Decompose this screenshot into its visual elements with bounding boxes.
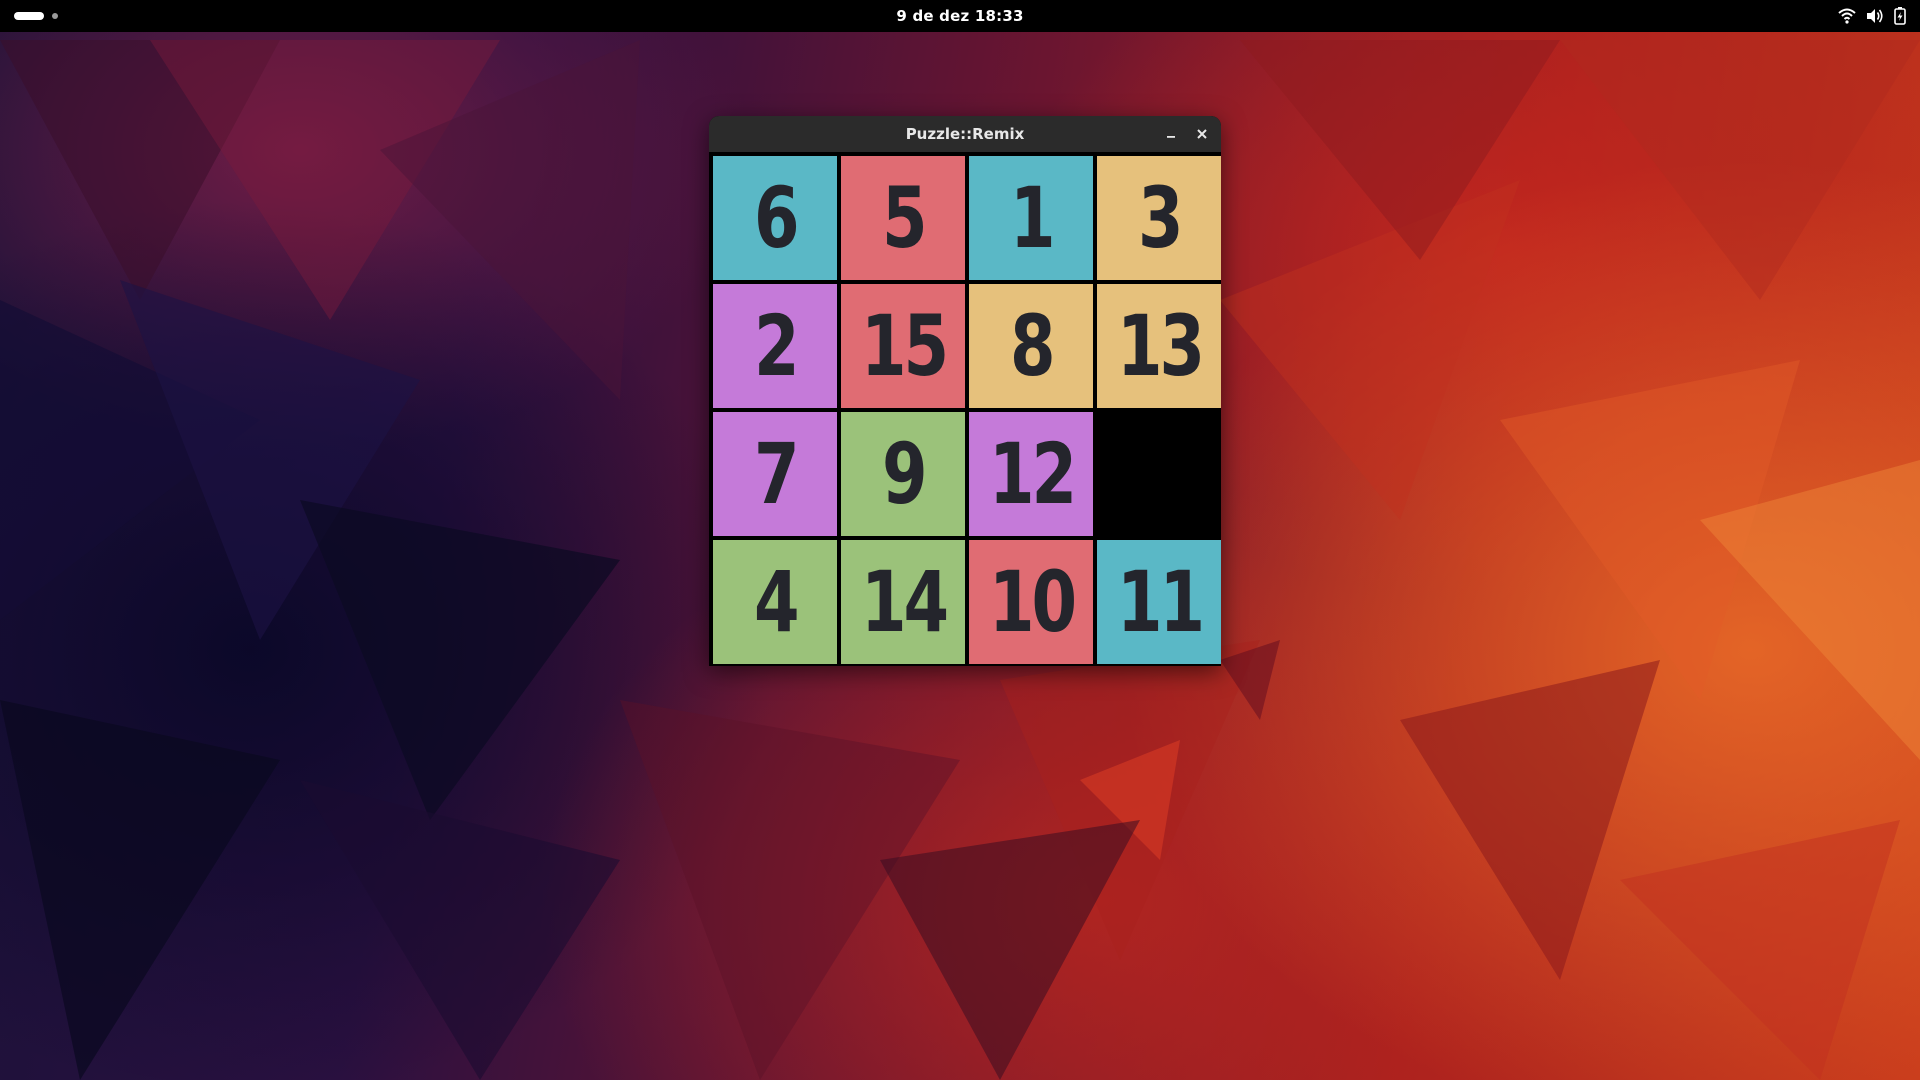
puzzle-tile[interactable]: 9 [841, 412, 965, 536]
tile-number: 2 [753, 297, 800, 395]
tile-number: 9 [881, 425, 928, 523]
puzzle-tile[interactable]: 10 [969, 540, 1093, 664]
puzzle-tile[interactable]: 15 [841, 284, 965, 408]
window-titlebar[interactable]: Puzzle::Remix [709, 116, 1221, 152]
puzzle-tile[interactable]: 8 [969, 284, 1093, 408]
puzzle-tile[interactable]: 12 [969, 412, 1093, 536]
tile-number: 7 [753, 425, 800, 523]
puzzle-tile[interactable]: 13 [1097, 284, 1221, 408]
puzzle-tile[interactable]: 5 [841, 156, 965, 280]
tile-number: 6 [753, 169, 800, 267]
tile-number: 1 [1009, 169, 1056, 267]
tile-number: 5 [881, 169, 928, 267]
puzzle-tile[interactable]: 2 [713, 284, 837, 408]
puzzle-tile[interactable]: 4 [713, 540, 837, 664]
battery-icon[interactable] [1894, 7, 1906, 25]
tile-number: 8 [1009, 297, 1056, 395]
puzzle-tile[interactable]: 6 [713, 156, 837, 280]
wifi-icon[interactable] [1838, 8, 1856, 24]
volume-icon[interactable] [1866, 8, 1884, 24]
puzzle-tile[interactable]: 7 [713, 412, 837, 536]
puzzle-tile[interactable]: 14 [841, 540, 965, 664]
puzzle-tile[interactable]: 3 [1097, 156, 1221, 280]
tile-number: 4 [753, 553, 800, 651]
desktop-wallpaper: 9 de dez 18:33 Puzzle::Remix 6 5 1 3 2 1… [0, 0, 1920, 1080]
puzzle-tile[interactable]: 11 [1097, 540, 1221, 664]
tile-number: 11 [1116, 553, 1205, 651]
system-tray[interactable] [1838, 0, 1906, 32]
puzzle-tile[interactable]: 1 [969, 156, 1093, 280]
tile-number: 3 [1137, 169, 1184, 267]
top-bar: 9 de dez 18:33 [0, 0, 1920, 32]
puzzle-board: 6 5 1 3 2 15 8 13 7 9 12 4 14 10 11 [713, 156, 1221, 666]
window-title: Puzzle::Remix [905, 125, 1025, 143]
close-icon [1197, 129, 1207, 139]
tile-number: 13 [1116, 297, 1205, 395]
puzzle-window[interactable]: Puzzle::Remix 6 5 1 3 2 15 8 13 7 9 12 4 14 10 11 [709, 116, 1221, 666]
minimize-button[interactable] [1160, 123, 1182, 145]
clock[interactable]: 9 de dez 18:33 [0, 0, 1920, 32]
close-button[interactable] [1191, 123, 1213, 145]
tile-number: 12 [988, 425, 1077, 523]
tile-number: 15 [860, 297, 949, 395]
tile-number: 14 [860, 553, 949, 651]
empty-slot [1097, 412, 1221, 536]
tile-number: 10 [988, 553, 1077, 651]
minimize-icon [1167, 136, 1175, 138]
